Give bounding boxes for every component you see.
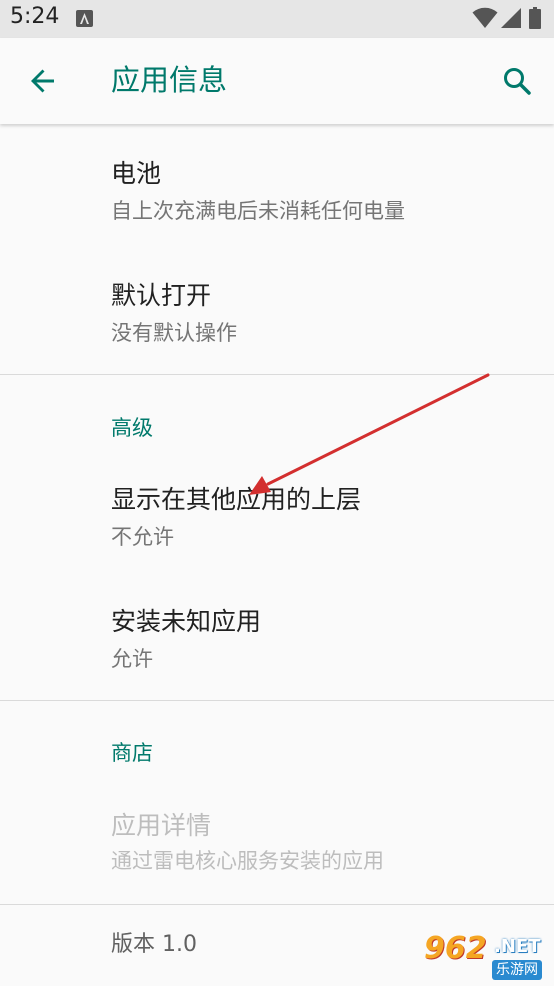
install-unknown-apps-subtitle: 允许 xyxy=(111,647,153,671)
status-bar: 5:24 xyxy=(0,0,554,38)
watermark-name: 乐游网 xyxy=(492,960,542,980)
display-over-apps-title: 显示在其他应用的上层 xyxy=(111,485,362,514)
display-over-apps-item[interactable]: 显示在其他应用的上层 不允许 xyxy=(0,466,554,578)
install-unknown-apps-title: 安装未知应用 xyxy=(111,607,262,636)
open-by-default-title: 默认打开 xyxy=(111,281,212,310)
wifi-icon xyxy=(472,7,498,33)
watermark-logo: 962 .NET 乐游网 xyxy=(420,930,550,984)
divider xyxy=(0,904,554,905)
status-time: 5:24 xyxy=(10,4,60,29)
app-bar: 应用信息 xyxy=(0,38,554,124)
version-label: 版本 1.0 xyxy=(111,932,197,957)
battery-title: 电池 xyxy=(111,159,162,188)
display-over-apps-subtitle: 不允许 xyxy=(111,525,174,549)
page-title: 应用信息 xyxy=(111,63,228,97)
watermark-number: 962 xyxy=(424,931,487,966)
watermark-domain: .NET xyxy=(494,936,541,957)
install-unknown-apps-item[interactable]: 安装未知应用 允许 xyxy=(0,588,554,698)
divider xyxy=(0,700,554,701)
open-by-default-subtitle: 没有默认操作 xyxy=(111,321,237,345)
section-header-store: 商店 xyxy=(111,741,153,765)
battery-item[interactable]: 电池 自上次充满电后未消耗任何电量 xyxy=(0,140,554,252)
search-icon xyxy=(504,68,531,95)
app-details-subtitle: 通过雷电核心服务安装的应用 xyxy=(111,849,384,873)
back-button[interactable] xyxy=(20,58,66,104)
open-by-default-item[interactable]: 默认打开 没有默认操作 xyxy=(0,262,554,372)
notification-icon xyxy=(76,10,93,27)
app-details-item: 应用详情 通过雷电核心服务安装的应用 xyxy=(0,792,554,902)
search-button[interactable] xyxy=(492,58,540,106)
signal-icon xyxy=(500,7,522,33)
section-header-advanced: 高级 xyxy=(111,416,153,440)
divider xyxy=(0,374,554,375)
app-details-title: 应用详情 xyxy=(111,811,212,840)
battery-icon xyxy=(529,7,541,29)
arrow-back-icon xyxy=(31,69,54,93)
battery-subtitle: 自上次充满电后未消耗任何电量 xyxy=(111,199,405,223)
